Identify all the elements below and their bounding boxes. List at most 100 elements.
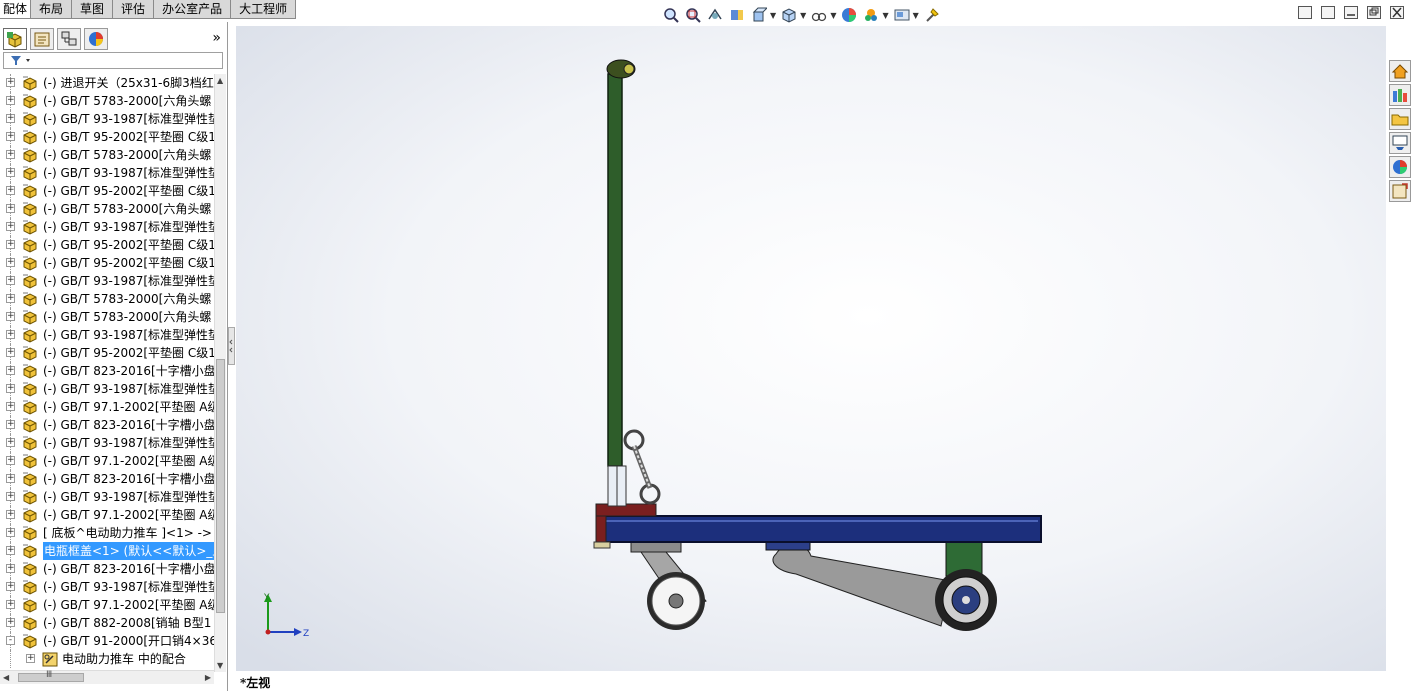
tree-item[interactable]: + (-) GB/T 5783-2000[六角头螺 — [0, 146, 214, 164]
tree-item[interactable]: - (-) GB/T 91-2000[开口销4×36 — [0, 632, 214, 650]
view-orientation-dropdown-icon[interactable]: ▼ — [770, 11, 776, 20]
expand-toggle[interactable]: + — [6, 366, 15, 375]
hide-show-items-icon[interactable] — [811, 7, 827, 23]
tree-item[interactable]: + (-) GB/T 5783-2000[六角头螺 — [0, 92, 214, 110]
tab-4[interactable]: 办公室产品 — [154, 0, 232, 19]
configuration-manager-tab-icon[interactable] — [57, 28, 81, 50]
edit-appearance-icon[interactable] — [841, 7, 857, 23]
expand-toggle[interactable]: + — [6, 600, 15, 609]
expand-toggle[interactable]: + — [6, 546, 15, 555]
filter-icon[interactable] — [4, 53, 34, 68]
tree-item[interactable]: + (-) 进退开关（25x31-6脚3档红 — [0, 74, 214, 92]
tile-right-icon[interactable] — [1321, 6, 1335, 19]
tree-item[interactable]: + (-) GB/T 5783-2000[六角头螺 — [0, 290, 214, 308]
tab-3[interactable]: 评估 — [113, 0, 155, 19]
expand-toggle[interactable]: + — [6, 330, 15, 339]
scroll-up-icon[interactable]: ▲ — [217, 76, 223, 85]
graphics-area[interactable] — [236, 26, 1386, 671]
expand-toggle[interactable]: + — [6, 294, 15, 303]
expand-toggle[interactable]: + — [6, 420, 15, 429]
feature-manager-tab-icon[interactable] — [3, 28, 27, 50]
expand-toggle[interactable]: - — [6, 636, 15, 645]
restore-button[interactable] — [1367, 6, 1381, 19]
apply-scene-icon[interactable] — [863, 7, 879, 23]
tree-item[interactable]: + (-) GB/T 823-2016[十字槽小盘 — [0, 416, 214, 434]
tree-item[interactable]: + (-) GB/T 93-1987[标准型弹性垫 — [0, 164, 214, 182]
expand-toggle[interactable]: + — [6, 348, 15, 357]
design-library-icon[interactable] — [1389, 84, 1411, 106]
expand-toggle[interactable]: + — [6, 258, 15, 267]
tab-0[interactable]: 配体 — [0, 0, 32, 19]
tree-vertical-scrollbar[interactable]: ▲ ▼ — [214, 74, 226, 672]
expand-toggle[interactable]: + — [6, 96, 15, 105]
resources-icon[interactable] — [1389, 60, 1411, 82]
expand-toggle[interactable]: + — [6, 456, 15, 465]
expand-toggle[interactable]: + — [6, 438, 15, 447]
zoom-to-area-icon[interactable] — [685, 7, 701, 23]
tree-item[interactable]: + (-) GB/T 95-2002[平垫圈 C级1 — [0, 128, 214, 146]
expand-toggle[interactable]: + — [6, 528, 15, 537]
property-manager-tab-icon[interactable] — [30, 28, 54, 50]
tree-item[interactable]: + (-) GB/T 823-2016[十字槽小盘 — [0, 560, 214, 578]
display-style-icon[interactable] — [781, 7, 797, 23]
tree-item[interactable]: + (-) GB/T 5783-2000[六角头螺 — [0, 308, 214, 326]
appearances-icon[interactable] — [1389, 156, 1411, 178]
tree-item[interactable]: + (-) GB/T 95-2002[平垫圈 C级1 — [0, 236, 214, 254]
expand-toggle[interactable]: + — [6, 474, 15, 483]
tree-item[interactable]: + (-) GB/T 95-2002[平垫圈 C级1 — [0, 182, 214, 200]
file-explorer-icon[interactable] — [1389, 108, 1411, 130]
tree-item[interactable]: + (-) GB/T 93-1987[标准型弹性垫 — [0, 380, 214, 398]
expand-toggle[interactable]: + — [6, 168, 15, 177]
panel-collapse-handle[interactable] — [228, 327, 235, 365]
tree-item[interactable]: + (-) GB/T 97.1-2002[平垫圈 A级 — [0, 596, 214, 614]
expand-toggle[interactable]: + — [6, 204, 15, 213]
tree-item[interactable]: + (-) GB/T 95-2002[平垫圈 C级1 — [0, 254, 214, 272]
tree-item[interactable]: + (-) GB/T 93-1987[标准型弹性垫 — [0, 578, 214, 596]
expand-toggle[interactable]: + — [6, 132, 15, 141]
tree-item[interactable]: + (-) GB/T 93-1987[标准型弹性垫 — [0, 488, 214, 506]
tree-item[interactable]: + (-) GB/T 93-1987[标准型弹性垫 — [0, 110, 214, 128]
tree-item[interactable]: + (-) GB/T 97.1-2002[平垫圈 A级 — [0, 506, 214, 524]
apply-scene-dropdown-icon[interactable]: ▼ — [882, 11, 888, 20]
expand-toggle[interactable]: + — [26, 654, 35, 663]
more-tabs-icon[interactable]: » — [212, 30, 221, 46]
tree-filter[interactable] — [3, 52, 223, 69]
expand-toggle[interactable]: + — [6, 510, 15, 519]
expand-toggle[interactable]: + — [6, 240, 15, 249]
expand-toggle[interactable]: + — [6, 384, 15, 393]
horizontal-scroll-thumb[interactable]: Ⅲ — [18, 670, 84, 682]
close-button[interactable] — [1390, 6, 1404, 19]
minimize-button[interactable] — [1344, 6, 1358, 19]
hide-show-dropdown-icon[interactable]: ▼ — [830, 11, 836, 20]
expand-toggle[interactable]: + — [6, 114, 15, 123]
expand-toggle[interactable]: + — [6, 582, 15, 591]
expand-toggle[interactable]: + — [6, 618, 15, 627]
scroll-down-icon[interactable]: ▼ — [217, 661, 223, 670]
tree-item-mates[interactable]: + 电动助力推车 中的配合 — [0, 650, 214, 668]
expand-toggle[interactable]: + — [6, 222, 15, 231]
tree-item[interactable]: + (-) GB/T 93-1987[标准型弹性垫 — [0, 434, 214, 452]
tree-item[interactable]: + (-) GB/T 5783-2000[六角头螺 — [0, 200, 214, 218]
tree-item[interactable]: + (-) GB/T 97.1-2002[平垫圈 A级 — [0, 398, 214, 416]
realview-graphics-icon[interactable] — [924, 7, 940, 23]
display-manager-tab-icon[interactable] — [84, 28, 108, 50]
expand-toggle[interactable]: + — [6, 402, 15, 411]
expand-toggle[interactable]: + — [6, 78, 15, 87]
view-palette-icon[interactable] — [1389, 132, 1411, 154]
tree-item[interactable]: + (-) GB/T 93-1987[标准型弹性垫 — [0, 218, 214, 236]
view-settings-dropdown-icon[interactable]: ▼ — [913, 11, 919, 20]
view-orientation-icon[interactable] — [751, 7, 769, 23]
expand-toggle[interactable]: + — [6, 276, 15, 285]
tab-1[interactable]: 布局 — [31, 0, 73, 19]
previous-view-icon[interactable] — [707, 7, 723, 23]
tab-5[interactable]: 大工程师 — [231, 0, 297, 19]
vertical-scroll-thumb[interactable] — [216, 359, 225, 613]
tree-item[interactable]: + (-) GB/T 823-2016[十字槽小盘 — [0, 362, 214, 380]
tab-2[interactable]: 草图 — [72, 0, 114, 19]
tree-horizontal-scrollbar[interactable]: ◀ Ⅲ ▶ — [0, 670, 214, 684]
expand-toggle[interactable]: + — [6, 564, 15, 573]
expand-toggle[interactable]: + — [6, 312, 15, 321]
tree-item[interactable]: + (-) GB/T 882-2008[销轴 B型1 — [0, 614, 214, 632]
expand-toggle[interactable]: + — [6, 186, 15, 195]
tree-item[interactable]: + (-) GB/T 93-1987[标准型弹性垫 — [0, 326, 214, 344]
